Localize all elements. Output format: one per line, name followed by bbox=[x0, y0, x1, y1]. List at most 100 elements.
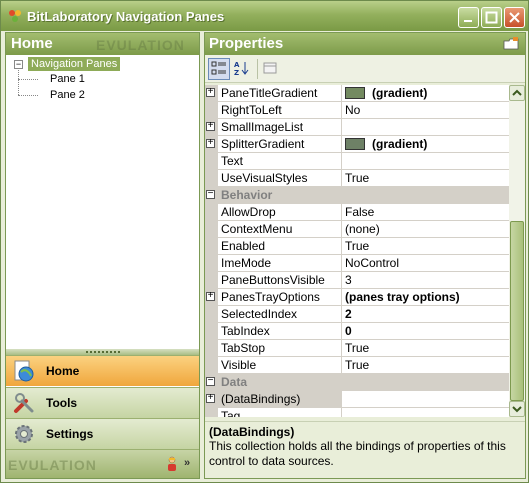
property-value[interactable]: 2 bbox=[342, 306, 509, 323]
expand-icon[interactable]: + bbox=[206, 291, 215, 301]
property-value[interactable]: (none) bbox=[342, 221, 509, 238]
property-name[interactable]: SelectedIndex bbox=[218, 306, 342, 323]
property-name[interactable]: PaneButtonsVisible bbox=[218, 272, 342, 289]
property-value[interactable]: False bbox=[342, 204, 509, 221]
tree-node-pane-1[interactable]: Pane 1 bbox=[50, 73, 85, 85]
tree-collapse-toggle[interactable]: − bbox=[14, 60, 23, 69]
pane-button-settings[interactable]: Settings bbox=[6, 418, 199, 449]
property-value[interactable]: (gradient) bbox=[342, 85, 509, 102]
categorized-button[interactable] bbox=[208, 58, 230, 80]
property-row[interactable]: AllowDrop False bbox=[205, 204, 509, 221]
property-name[interactable]: RightToLeft bbox=[218, 102, 342, 119]
property-value[interactable]: 3 bbox=[342, 272, 509, 289]
property-row[interactable]: + SmallImageList bbox=[205, 119, 509, 136]
property-name[interactable]: PanesTrayOptions bbox=[218, 289, 342, 306]
property-name[interactable]: ImeMode bbox=[218, 255, 342, 272]
property-row[interactable]: SelectedIndex 2 bbox=[205, 306, 509, 323]
property-name[interactable]: TabStop bbox=[218, 340, 342, 357]
property-name[interactable]: Text bbox=[218, 153, 342, 170]
row-gutter bbox=[205, 340, 218, 357]
vertical-scroll-thumb[interactable] bbox=[510, 221, 524, 401]
category-label[interactable]: Behavior bbox=[218, 187, 509, 204]
row-gutter: + bbox=[205, 136, 218, 153]
property-row[interactable]: + PaneTitleGradient (gradient) bbox=[205, 85, 509, 102]
maximize-button[interactable] bbox=[481, 7, 502, 28]
property-name[interactable]: SmallImageList bbox=[218, 119, 342, 136]
scroll-down-arrow-icon[interactable] bbox=[509, 401, 525, 417]
property-name[interactable]: AllowDrop bbox=[218, 204, 342, 221]
property-row[interactable]: PaneButtonsVisible 3 bbox=[205, 272, 509, 289]
tree-view[interactable]: − Navigation Panes Pane 1 Pane 2 bbox=[6, 55, 199, 371]
property-value[interactable]: (panes tray options) bbox=[342, 289, 509, 306]
property-value[interactable]: True bbox=[342, 238, 509, 255]
property-row[interactable]: TabStop True bbox=[205, 340, 509, 357]
property-name[interactable]: Enabled bbox=[218, 238, 342, 255]
property-row[interactable]: Text bbox=[205, 153, 509, 170]
property-value[interactable] bbox=[342, 153, 509, 170]
property-row[interactable]: + (DataBindings) bbox=[205, 391, 509, 408]
property-row[interactable]: + PanesTrayOptions (panes tray options) bbox=[205, 289, 509, 306]
property-value[interactable]: (gradient) bbox=[342, 136, 509, 153]
property-value[interactable]: No bbox=[342, 102, 509, 119]
category-row[interactable]: − Data bbox=[205, 374, 509, 391]
vertical-scrollbar[interactable] bbox=[509, 85, 525, 417]
property-row[interactable]: Tag bbox=[205, 408, 509, 417]
property-row[interactable]: ContextMenu (none) bbox=[205, 221, 509, 238]
property-value[interactable]: True bbox=[342, 340, 509, 357]
property-name[interactable]: Visible bbox=[218, 357, 342, 374]
expand-icon[interactable]: + bbox=[206, 87, 215, 97]
folder-icon[interactable] bbox=[503, 36, 519, 52]
property-row[interactable]: Visible True bbox=[205, 357, 509, 374]
property-name[interactable]: SplitterGradient bbox=[218, 136, 342, 153]
property-name[interactable]: UseVisualStyles bbox=[218, 170, 342, 187]
property-row[interactable]: UseVisualStyles True bbox=[205, 170, 509, 187]
row-gutter: − bbox=[205, 187, 218, 204]
expand-icon[interactable]: + bbox=[206, 393, 215, 403]
property-name[interactable]: TabIndex bbox=[218, 323, 342, 340]
property-value[interactable] bbox=[342, 119, 509, 136]
scroll-up-arrow-icon[interactable] bbox=[509, 85, 525, 101]
tree-node-root[interactable]: Navigation Panes bbox=[28, 57, 121, 71]
property-name[interactable]: PaneTitleGradient bbox=[218, 85, 342, 102]
tree-connector-line bbox=[18, 95, 38, 96]
property-value[interactable]: True bbox=[342, 357, 509, 374]
evaluation-watermark: EVULATION bbox=[8, 457, 97, 473]
property-value-text: True bbox=[345, 171, 370, 185]
pane-button-home[interactable]: Home bbox=[6, 355, 199, 386]
tree-node-pane-2[interactable]: Pane 2 bbox=[50, 89, 85, 101]
property-name[interactable]: ContextMenu bbox=[218, 221, 342, 238]
category-row[interactable]: − Behavior bbox=[205, 187, 509, 204]
property-row[interactable]: + SplitterGradient (gradient) bbox=[205, 136, 509, 153]
expand-icon[interactable]: + bbox=[206, 121, 215, 131]
tray-options-chevron-icon[interactable]: » bbox=[184, 457, 190, 469]
property-value[interactable]: NoControl bbox=[342, 255, 509, 272]
collapse-icon[interactable]: − bbox=[206, 189, 215, 199]
property-value[interactable] bbox=[342, 408, 509, 417]
property-name[interactable]: (DataBindings) bbox=[218, 391, 342, 408]
property-row[interactable]: RightToLeft No bbox=[205, 102, 509, 119]
tools-icon bbox=[12, 391, 36, 415]
category-label[interactable]: Data bbox=[218, 374, 509, 391]
user-icon[interactable] bbox=[166, 456, 178, 472]
splitter-grip-icon[interactable] bbox=[86, 351, 120, 353]
property-value[interactable] bbox=[342, 391, 509, 408]
app-window: BitLaboratory Navigation Panes Home EVUL… bbox=[0, 0, 529, 483]
property-row[interactable]: ImeMode NoControl bbox=[205, 255, 509, 272]
property-row[interactable]: TabIndex 0 bbox=[205, 323, 509, 340]
gradient-swatch-icon bbox=[345, 138, 365, 150]
title-bar[interactable]: BitLaboratory Navigation Panes bbox=[1, 1, 528, 31]
property-row[interactable]: Enabled True bbox=[205, 238, 509, 255]
property-value[interactable]: True bbox=[342, 170, 509, 187]
close-button[interactable] bbox=[504, 7, 525, 28]
minimize-button[interactable] bbox=[458, 7, 479, 28]
property-pages-button[interactable] bbox=[260, 58, 282, 80]
toolbar-separator bbox=[257, 59, 258, 79]
property-value[interactable]: 0 bbox=[342, 323, 509, 340]
alphabetical-sort-button[interactable]: A Z bbox=[232, 58, 254, 80]
property-name[interactable]: Tag bbox=[218, 408, 342, 417]
collapse-icon[interactable]: − bbox=[206, 376, 215, 386]
property-grid[interactable]: + PaneTitleGradient (gradient) RightToLeft N… bbox=[205, 85, 509, 417]
expand-icon[interactable]: + bbox=[206, 138, 215, 148]
pane-button-tools[interactable]: Tools bbox=[6, 387, 199, 418]
row-gutter: + bbox=[205, 85, 218, 102]
